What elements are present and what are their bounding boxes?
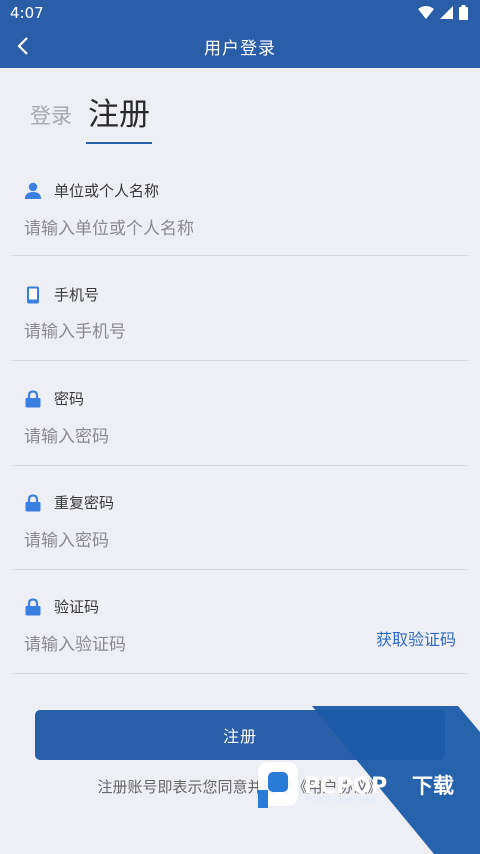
confirm-password-field: 重复密码 [12, 488, 468, 570]
password-input[interactable] [24, 420, 324, 454]
agreement-text[interactable]: 注册账号即表示您同意并遵守《用户协议》 [0, 776, 480, 797]
password-field: 密码 [12, 384, 468, 466]
status-icons [418, 5, 468, 20]
app-bar: 用户登录 [0, 25, 480, 68]
page-title: 用户登录 [204, 39, 276, 59]
chevron-left-icon [17, 37, 28, 55]
name-input[interactable] [24, 212, 324, 246]
verification-code-field-label: 验证码 [24, 596, 99, 617]
phone-icon [24, 286, 42, 304]
status-time: 4:07 [10, 3, 44, 22]
phone-field: 手机号 [12, 279, 468, 361]
wifi-icon [418, 6, 434, 19]
register-button[interactable]: 注册 [35, 710, 445, 760]
tab-login[interactable]: 登录 [30, 100, 72, 144]
verification-code-field: 验证码 获取验证码 [12, 592, 468, 674]
password-field-label: 密码 [24, 388, 84, 409]
person-icon [24, 182, 42, 200]
status-bar: 4:07 [0, 0, 480, 25]
verification-code-label-text: 验证码 [54, 598, 100, 616]
lock-icon [24, 597, 42, 616]
confirm-password-field-label: 重复密码 [24, 492, 114, 513]
confirm-password-input[interactable] [24, 524, 324, 558]
name-field-label: 单位或个人名称 [24, 180, 159, 201]
get-code-button[interactable]: 获取验证码 [376, 626, 456, 650]
name-label-text: 单位或个人名称 [54, 182, 160, 200]
phone-field-label: 手机号 [24, 284, 99, 305]
verification-code-input[interactable] [24, 628, 324, 662]
signal-icon [440, 6, 453, 19]
lock-icon [24, 493, 42, 512]
confirm-password-label-text: 重复密码 [54, 494, 115, 512]
phone-input[interactable] [24, 315, 324, 349]
battery-icon [459, 5, 468, 20]
back-button[interactable] [10, 33, 36, 59]
tab-register[interactable]: 注册 [86, 96, 152, 144]
name-field: 单位或个人名称 [12, 174, 468, 256]
password-label-text: 密码 [54, 390, 85, 408]
lock-icon [24, 389, 42, 408]
auth-tabs: 登录 注册 [30, 96, 152, 144]
phone-label-text: 手机号 [54, 286, 100, 304]
